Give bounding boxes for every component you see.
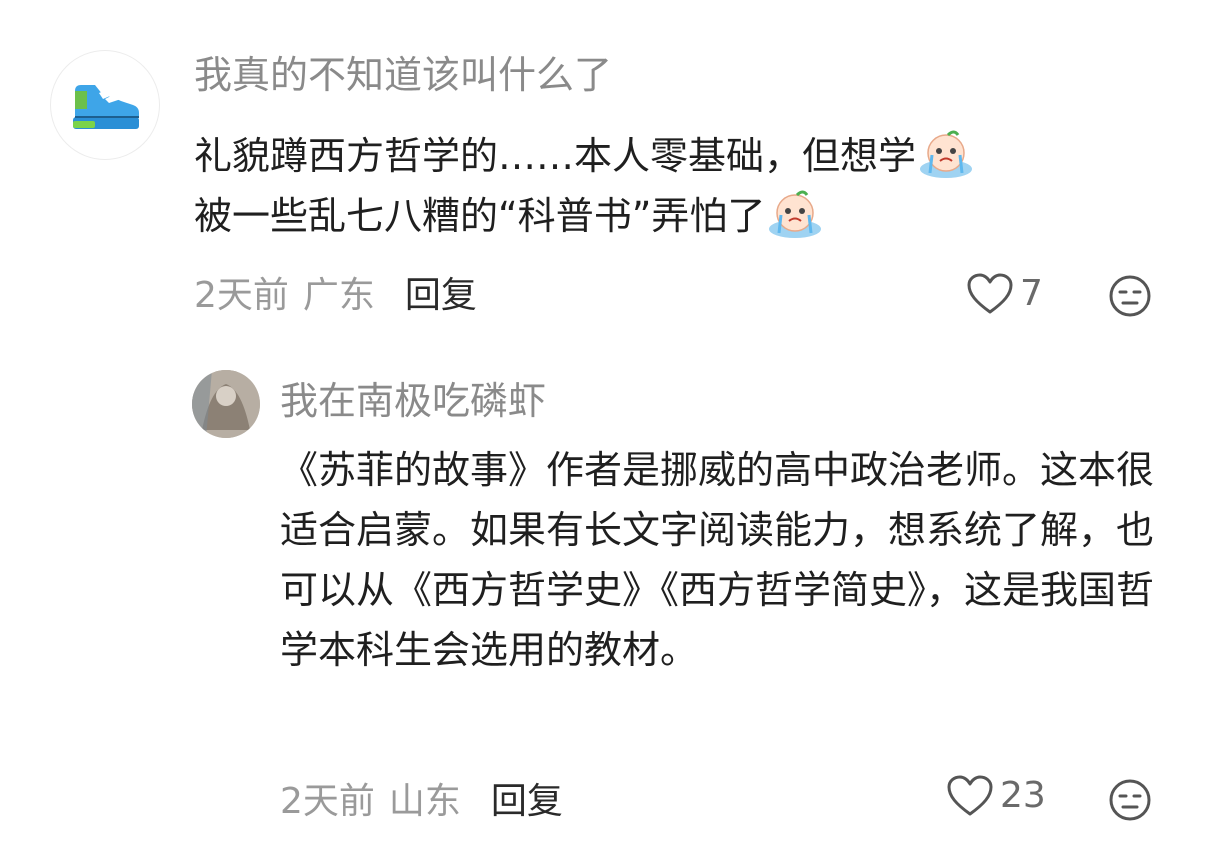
comment-text: 《苏菲的故事》作者是挪威的高中政治老师。这本很适合启蒙。如果有长文字阅读能力，想…: [280, 448, 1155, 672]
sneaker-icon: [73, 85, 139, 129]
like-button[interactable]: 23: [946, 774, 1046, 818]
comment-meta: 2天前 山东 回复: [280, 780, 563, 824]
crying-peach-emoji-icon: [769, 190, 822, 238]
timestamp: 2天前: [280, 781, 375, 822]
like-count: 7: [1020, 273, 1043, 314]
location: 广东: [302, 275, 375, 316]
neutral-face-icon[interactable]: [1108, 778, 1152, 826]
watermark: [1044, 824, 1224, 854]
comment-1: 我真的不知道该叫什么了 礼貌蹲西方哲学的……本人零基础，但想学 被一些乱七八糟的…: [0, 0, 1224, 340]
reply-button[interactable]: 回复: [491, 781, 563, 822]
comment-text: 礼貌蹲西方哲学的……本人零基础，但想学 被一些乱七八糟的“科普书”弄怕了: [194, 126, 1184, 246]
comment-2: 我在南极吃磷虾 《苏菲的故事》作者是挪威的高中政治老师。这本很适合启蒙。如果有长…: [0, 360, 1224, 854]
username[interactable]: 我真的不知道该叫什么了: [194, 52, 612, 98]
like-button[interactable]: 7: [966, 272, 1043, 316]
neutral-face-icon[interactable]: [1108, 274, 1152, 322]
reply-button[interactable]: 回复: [405, 275, 477, 316]
location: 山东: [388, 781, 461, 822]
avatar[interactable]: [50, 50, 160, 160]
crying-peach-emoji-icon: [920, 130, 973, 178]
comment-meta: 2天前 广东 回复: [194, 274, 477, 318]
timestamp: 2天前: [194, 275, 289, 316]
heart-outline-icon: [967, 273, 1013, 314]
like-count: 23: [1000, 775, 1046, 816]
username[interactable]: 我在南极吃磷虾: [280, 378, 546, 424]
avatar-image-icon: [192, 370, 260, 438]
heart-outline-icon: [947, 775, 993, 816]
avatar[interactable]: [192, 370, 260, 438]
comment-text-line: 被一些乱七八糟的“科普书”弄怕了: [194, 194, 766, 238]
comment-text-line: 礼貌蹲西方哲学的……本人零基础，但想学: [194, 134, 917, 178]
